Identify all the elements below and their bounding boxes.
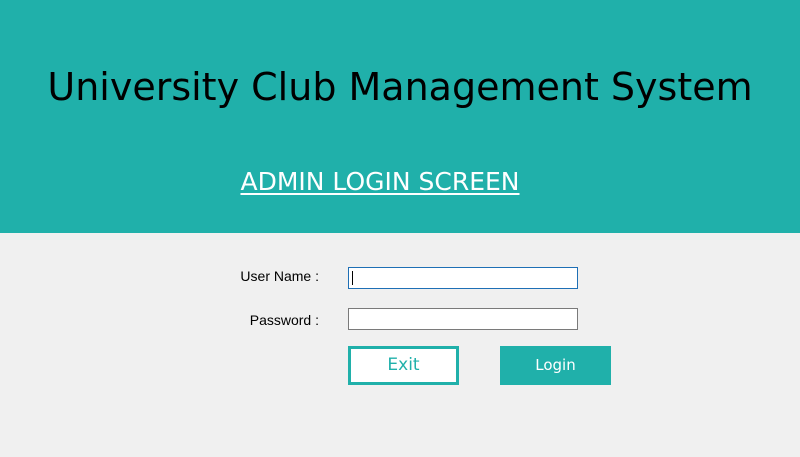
screen-title: ADMIN LOGIN SCREEN — [240, 167, 520, 196]
password-field[interactable] — [348, 308, 578, 330]
username-field[interactable] — [348, 267, 578, 289]
exit-button[interactable]: Exit — [348, 346, 459, 385]
login-button[interactable]: Login — [500, 346, 611, 385]
username-label: User Name : — [240, 268, 319, 284]
app-title: University Club Management System — [47, 65, 753, 109]
text-caret — [352, 271, 353, 285]
header-banner: University Club Management System ADMIN … — [0, 0, 800, 233]
password-label: Password : — [249, 312, 319, 328]
